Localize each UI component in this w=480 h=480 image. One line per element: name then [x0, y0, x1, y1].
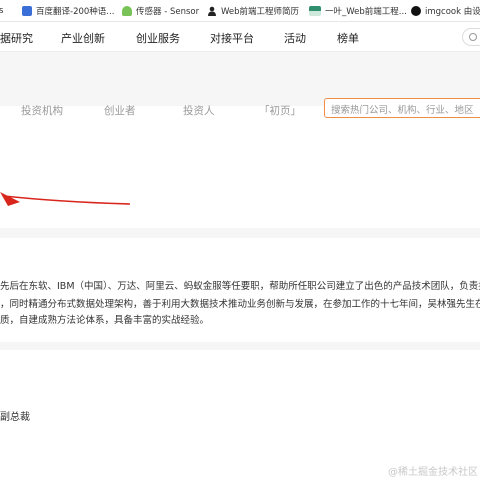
- profile-header-panel: [0, 118, 480, 228]
- subnav-item-institutions[interactable]: 投资机构: [21, 103, 63, 118]
- bookmark-truncated[interactable]: s: [0, 4, 3, 18]
- subnav-item-chuye[interactable]: 「初页」: [259, 103, 301, 118]
- nav-item-matching-platform[interactable]: 对接平台: [210, 30, 254, 46]
- site-thumbnail-icon: [309, 6, 321, 16]
- bio-text-line: 先后在东软、IBM（中国）、万达、阿里云、蚂蚁金服等任要职，帮助所任职公司建立了…: [0, 281, 480, 292]
- bookmark-label: 百度翻译-200种语...: [36, 7, 115, 17]
- site-header: 据研究 产业创新 创业服务 对接平台 活动 榜单: [0, 22, 480, 52]
- bookmarks-bar: s 百度翻译-200种语... 传感器 - Sensor Web前端工程师简历 …: [0, 0, 480, 22]
- bookmark-imgcook[interactable]: imgcook 由设计: [411, 4, 480, 18]
- bookmark-yiye[interactable]: 一叶_Web前端工程...: [309, 4, 407, 18]
- bio-text-line: 质，自建成熟方法论体系，具备丰富的实战经验。: [0, 315, 210, 326]
- section-divider: [0, 342, 480, 350]
- android-icon: [122, 6, 132, 16]
- annotation-arrow: [0, 192, 131, 206]
- nav-item-research[interactable]: 据研究: [0, 30, 33, 46]
- header-search-button[interactable]: [462, 28, 480, 46]
- bookmark-label: Web前端工程师简历: [221, 7, 300, 17]
- nav-item-industry-innovation[interactable]: 产业创新: [61, 30, 105, 46]
- bookmark-label: s: [0, 6, 4, 16]
- nav-item-startup-services[interactable]: 创业服务: [136, 30, 180, 46]
- job-title: 副总裁: [0, 412, 30, 423]
- bookmark-baidu-translate[interactable]: 百度翻译-200种语...: [22, 4, 114, 18]
- bookmark-label: 传感器 - Sensor: [136, 7, 200, 17]
- experience-panel: [0, 350, 480, 480]
- arrow-line: [3, 195, 131, 205]
- subnav-search-input[interactable]: 搜索热门公司、机构、行业、地区: [324, 98, 480, 118]
- arrow-head: [0, 192, 20, 206]
- bookmark-resume[interactable]: Web前端工程师简历: [207, 4, 299, 18]
- subnav-item-founders[interactable]: 创业者: [104, 103, 136, 118]
- baidu-translate-icon: [22, 6, 32, 16]
- section-divider: [0, 228, 480, 238]
- bookmark-sensor[interactable]: 传感器 - Sensor: [122, 4, 199, 18]
- nav-item-events[interactable]: 活动: [284, 30, 306, 46]
- nav-item-rankings[interactable]: 榜单: [337, 30, 359, 46]
- bookmark-label: imgcook 由设计: [425, 7, 480, 17]
- search-icon: [469, 33, 477, 41]
- bio-text-line: ，同时精通分布式数据处理架构，善于利用大数据技术推动业务创新与发展，在参加工作的…: [0, 299, 480, 310]
- bookmark-label: 一叶_Web前端工程...: [325, 7, 407, 17]
- imgcook-icon: [411, 6, 421, 16]
- subnav-item-investors[interactable]: 投资人: [183, 103, 215, 118]
- watermark: @稀土掘金技术社区: [388, 467, 478, 478]
- person-icon: [207, 6, 217, 16]
